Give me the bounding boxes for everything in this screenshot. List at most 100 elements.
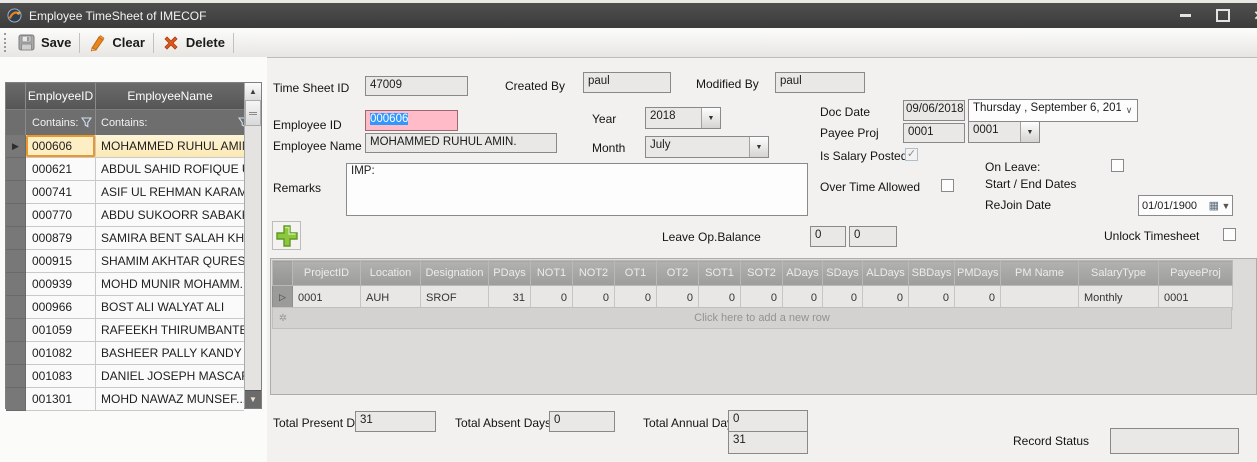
add-row-button[interactable] — [272, 221, 301, 250]
employee-row[interactable]: ▶ 000966 BOST ALI WALYAT ALI — [6, 296, 244, 319]
save-button[interactable]: Save — [12, 29, 77, 56]
employee-name-cell[interactable]: SHAMIM AKHTAR QURES... — [96, 250, 249, 272]
add-new-row-bar[interactable]: ✲ Click here to add a new row — [272, 307, 1232, 329]
detail-cell[interactable]: SROF — [421, 286, 489, 310]
row-selector-cell[interactable]: ▶ — [6, 296, 26, 319]
doc-date-field[interactable]: 09/06/2018 — [903, 100, 965, 121]
calendar-icon[interactable]: ▦ — [1209, 199, 1219, 212]
detail-column-header[interactable]: OT2 — [657, 261, 699, 286]
payee-proj-dropdown[interactable]: 0001 ▼ — [968, 121, 1040, 143]
employee-row[interactable]: ▶ 001059 RAFEEKH THIRUMBANTE... — [6, 319, 244, 342]
employee-grid-scrollbar[interactable]: ▲ ▼ — [244, 83, 261, 408]
detail-column-header[interactable]: NOT1 — [531, 261, 573, 286]
employee-name-field[interactable]: MOHAMMED RUHUL AMIN. — [365, 133, 557, 153]
employee-id-column-header[interactable]: EmployeeID — [26, 83, 96, 109]
time-sheet-id-field[interactable]: 47009 — [365, 76, 468, 96]
detail-cell[interactable]: 0 — [531, 286, 573, 310]
chevron-down-icon[interactable]: ∨ — [1121, 100, 1137, 121]
over-time-allowed-checkbox[interactable] — [941, 179, 954, 192]
toolbar-grip[interactable] — [4, 33, 9, 52]
employee-row[interactable]: ▶ 000879 SAMIRA BENT SALAH KHA... — [6, 227, 244, 250]
detail-cell[interactable]: 0 — [573, 286, 615, 310]
detail-column-header[interactable]: PM Name — [1001, 261, 1079, 286]
maximize-button[interactable] — [1206, 3, 1240, 28]
close-button[interactable]: ✕ — [1242, 3, 1257, 28]
is-salary-posted-checkbox[interactable] — [905, 148, 918, 161]
employee-name-cell[interactable]: ABDUL SAHID ROFIQUE U... — [96, 158, 249, 180]
total-present-days-field[interactable]: 31 — [355, 411, 436, 432]
row-selector-cell[interactable]: ▶ — [6, 365, 26, 388]
employee-name-cell[interactable]: BASHEER PALLY KANDY — [96, 342, 249, 364]
detail-cell[interactable]: 0 — [955, 286, 1001, 310]
row-selector-cell[interactable]: ▶ — [6, 227, 26, 250]
employee-id-cell[interactable]: 000879 — [26, 227, 96, 249]
filter-funnel-icon[interactable] — [81, 117, 92, 128]
scroll-thumb[interactable] — [245, 100, 261, 126]
detail-column-header[interactable]: NOT2 — [573, 261, 615, 286]
employee-name-filter[interactable]: Contains: — [96, 110, 252, 135]
detail-cell[interactable]: 0 — [863, 286, 909, 310]
detail-cell[interactable] — [1001, 286, 1079, 310]
employee-name-cell[interactable]: MOHD NAWAZ MUNSEF... — [96, 388, 249, 410]
employee-row[interactable]: ▶ 001301 MOHD NAWAZ MUNSEF... — [6, 388, 244, 411]
dropdown-arrow-icon[interactable]: ▼ — [1220, 201, 1232, 211]
detail-grid-data-row[interactable]: ▷ 0001AUHSROF3100000000000Monthly0001 — [273, 286, 1233, 310]
detail-column-header[interactable]: SBDays — [909, 261, 955, 286]
detail-cell[interactable]: 0001 — [1159, 286, 1233, 310]
row-selector-cell[interactable]: ▶ — [6, 388, 26, 411]
detail-cell[interactable]: 0 — [823, 286, 863, 310]
detail-cell[interactable]: AUH — [361, 286, 421, 310]
row-selector-cell[interactable]: ▶ — [6, 135, 26, 158]
detail-cell[interactable]: 31 — [489, 286, 531, 310]
clear-button[interactable]: Clear — [82, 29, 151, 56]
detail-cell[interactable]: Monthly — [1079, 286, 1159, 310]
dropdown-arrow-icon[interactable]: ▼ — [749, 137, 768, 157]
detail-column-header[interactable]: SOT2 — [741, 261, 783, 286]
detail-column-header[interactable]: SOT1 — [699, 261, 741, 286]
employee-row[interactable]: ▶ 000939 MOHD MUNIR MOHAMM... — [6, 273, 244, 296]
detail-column-header[interactable]: SDays — [823, 261, 863, 286]
detail-column-header[interactable]: Location — [361, 261, 421, 286]
detail-column-header[interactable]: PayeeProj — [1159, 261, 1233, 286]
scroll-up-button[interactable]: ▲ — [245, 83, 261, 101]
detail-cell[interactable]: 0 — [783, 286, 823, 310]
row-selector-cell[interactable]: ▶ — [6, 250, 26, 273]
employee-id-cell[interactable]: 001301 — [26, 388, 96, 410]
employee-id-cell[interactable]: 001082 — [26, 342, 96, 364]
employee-id-cell[interactable]: 000606 — [26, 135, 96, 157]
detail-column-header[interactable]: ADays — [783, 261, 823, 286]
leave-op-balance-field-2[interactable]: 0 — [849, 226, 897, 247]
total-annual-days-field-2[interactable]: 31 — [728, 431, 808, 454]
employee-id-cell[interactable]: 000939 — [26, 273, 96, 295]
employee-name-cell[interactable]: DANIEL JOSEPH MASCARE... — [96, 365, 249, 387]
year-dropdown[interactable]: 2018 ▼ — [645, 107, 721, 129]
modified-by-field[interactable]: paul — [775, 72, 865, 93]
employee-name-cell[interactable]: SAMIRA BENT SALAH KHA... — [96, 227, 249, 249]
total-absent-days-field[interactable]: 0 — [549, 411, 615, 432]
doc-date-long-dropdown[interactable]: Thursday , September 6, 2018 ∨ — [968, 99, 1138, 122]
employee-id-cell[interactable]: 000741 — [26, 181, 96, 203]
employee-row[interactable]: ▶ 001083 DANIEL JOSEPH MASCARE... — [6, 365, 244, 388]
unlock-timesheet-checkbox[interactable] — [1223, 228, 1236, 241]
employee-id-cell[interactable]: 000770 — [26, 204, 96, 226]
employee-id-cell[interactable]: 000621 — [26, 158, 96, 180]
detail-column-header[interactable]: ProjectID — [293, 261, 361, 286]
scroll-down-button[interactable]: ▼ — [245, 390, 261, 408]
employee-id-cell[interactable]: 000915 — [26, 250, 96, 272]
detail-column-header[interactable]: ALDays — [863, 261, 909, 286]
employee-id-cell[interactable]: 001083 — [26, 365, 96, 387]
employee-id-filter[interactable]: Contains: — [26, 110, 96, 135]
employee-id-cell[interactable]: 001059 — [26, 319, 96, 341]
employee-name-column-header[interactable]: EmployeeName — [96, 83, 244, 109]
employee-row[interactable]: ▶ 000606 MOHAMMED RUHUL AMIN. — [6, 135, 244, 158]
employee-name-cell[interactable]: ABDU SUKOORR SABAKKA — [96, 204, 249, 226]
employee-id-cell[interactable]: 000966 — [26, 296, 96, 318]
detail-column-header[interactable]: OT1 — [615, 261, 657, 286]
employee-row[interactable]: ▶ 000915 SHAMIM AKHTAR QURES... — [6, 250, 244, 273]
row-selector-cell[interactable]: ▶ — [6, 158, 26, 181]
employee-row[interactable]: ▶ 000621 ABDUL SAHID ROFIQUE U... — [6, 158, 244, 181]
row-selector-cell[interactable]: ▶ — [6, 319, 26, 342]
detail-row-selector[interactable]: ▷ — [273, 286, 293, 310]
detail-cell[interactable]: 0 — [909, 286, 955, 310]
employee-name-cell[interactable]: BOST ALI WALYAT ALI — [96, 296, 249, 318]
